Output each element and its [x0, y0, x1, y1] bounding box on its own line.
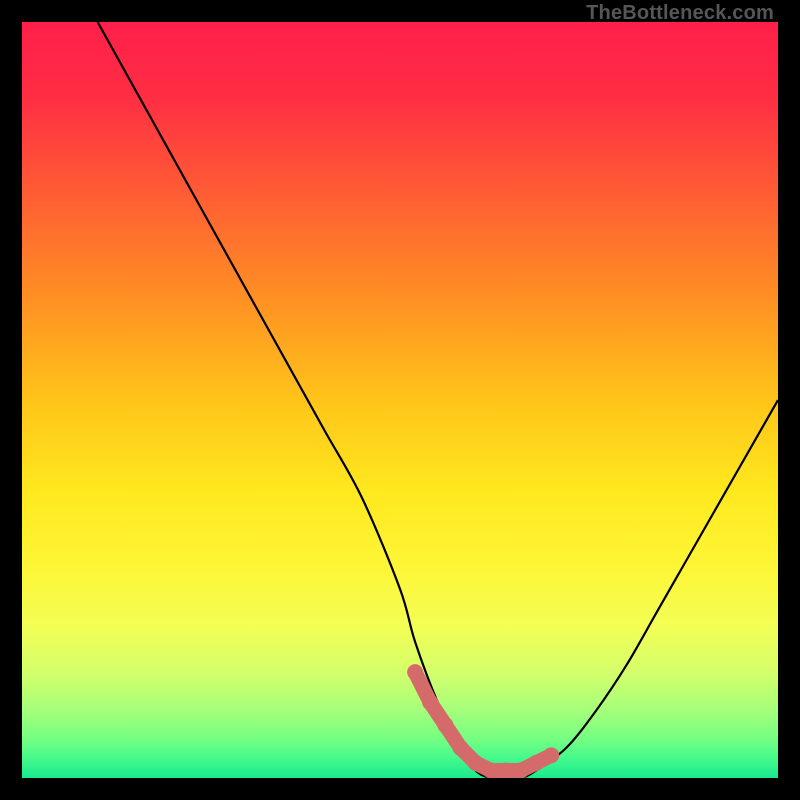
- marker-dot: [452, 740, 468, 756]
- marker-dot: [407, 664, 423, 680]
- marker-dot: [513, 762, 529, 778]
- marker-dot: [543, 747, 559, 763]
- marker-dot: [483, 762, 499, 778]
- plot-area: [22, 22, 778, 778]
- marker-dot: [528, 755, 544, 771]
- marker-dot: [422, 694, 438, 710]
- marker-dot: [498, 762, 514, 778]
- marker-dot: [468, 755, 484, 771]
- chart-frame: TheBottleneck.com: [0, 0, 800, 800]
- curve-layer: [22, 22, 778, 778]
- watermark-text: TheBottleneck.com: [586, 2, 774, 25]
- bottleneck-curve: [98, 22, 778, 778]
- marker-dot: [437, 717, 453, 733]
